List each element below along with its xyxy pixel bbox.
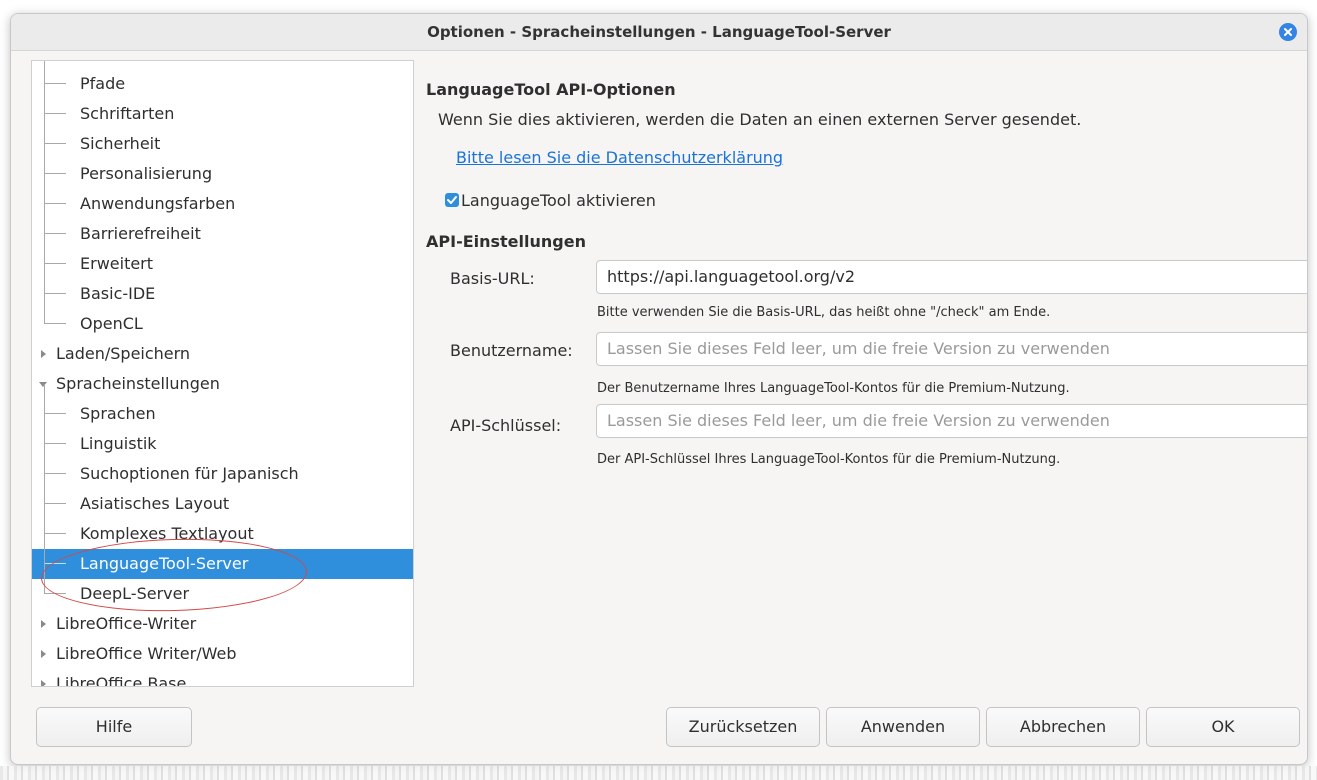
api-key-input[interactable]: Lassen Sie dieses Feld leer, um die frei… bbox=[596, 404, 1307, 438]
tree-item-label: Pfade bbox=[80, 74, 126, 93]
tree-item-label: Personalisierung bbox=[80, 164, 213, 183]
tree-item[interactable]: Sicherheit bbox=[32, 129, 413, 159]
enable-languagetool-checkbox[interactable] bbox=[445, 193, 459, 207]
tree-item[interactable]: Asiatisches Layout bbox=[32, 489, 413, 519]
api-key-label: API-Schlüssel: bbox=[450, 416, 562, 435]
tree-branch-line bbox=[44, 293, 66, 294]
window-title: Optionen - Spracheinstellungen - Languag… bbox=[427, 23, 891, 41]
api-options-heading: LanguageTool API-Optionen bbox=[426, 80, 676, 99]
tree-item-label: Anwendungsfarben bbox=[80, 194, 236, 213]
tree-category[interactable]: Laden/Speichern bbox=[32, 339, 413, 369]
base-url-input[interactable]: https://api.languagetool.org/v2 bbox=[596, 260, 1307, 294]
privacy-policy-link[interactable]: Bitte lesen Sie die Datenschutzerklärung bbox=[456, 148, 783, 167]
tree-item[interactable]: Personalisierung bbox=[32, 159, 413, 189]
tree-branch-line bbox=[44, 443, 66, 444]
api-key-hint: Der API-Schlüssel Ihres LanguageTool-Kon… bbox=[597, 452, 1061, 467]
tree-branch-line bbox=[44, 113, 66, 114]
tree-guide-line bbox=[44, 61, 45, 324]
tree-item-label: Erweitert bbox=[80, 254, 154, 273]
chevron-down-icon[interactable] bbox=[38, 379, 48, 389]
tree-branch-line bbox=[44, 173, 66, 174]
tree-guide-line bbox=[44, 384, 45, 594]
tree-item-label: LanguageTool-Server bbox=[80, 554, 249, 573]
tree-item-label: Linguistik bbox=[80, 434, 157, 453]
tree-branch-line bbox=[44, 503, 66, 504]
tree-item-label: Spracheinstellungen bbox=[56, 374, 220, 393]
tree-item-label: Suchoptionen für Japanisch bbox=[80, 464, 299, 483]
tree-item[interactable]: Basic-IDE bbox=[32, 279, 413, 309]
tree-item-label: OpenCL bbox=[80, 314, 143, 333]
tree-item[interactable]: Suchoptionen für Japanisch bbox=[32, 459, 413, 489]
tree-item-label: Sprachen bbox=[80, 404, 156, 423]
api-settings-heading: API-Einstellungen bbox=[426, 232, 586, 251]
cancel-button[interactable]: Abbrechen bbox=[986, 707, 1140, 747]
base-url-hint: Bitte verwenden Sie die Basis-URL, das h… bbox=[597, 305, 1051, 320]
chevron-right-icon[interactable] bbox=[38, 649, 48, 659]
tree-item[interactable]: DeepL-Server bbox=[32, 579, 413, 609]
enable-languagetool-label[interactable]: LanguageTool aktivieren bbox=[461, 191, 656, 210]
tree-item[interactable]: Sprachen bbox=[32, 399, 413, 429]
ok-button[interactable]: OK bbox=[1146, 707, 1300, 747]
languagetool-settings-panel: LanguageTool API-Optionen Wenn Sie dies … bbox=[426, 60, 1307, 685]
tree-item[interactable]: Anwendungsfarben bbox=[32, 189, 413, 219]
tree-item-label: Sicherheit bbox=[80, 134, 161, 153]
tree-category[interactable]: LibreOffice Writer/Web bbox=[32, 639, 413, 669]
tree-item-label: LibreOffice Writer/Web bbox=[56, 644, 237, 663]
close-icon bbox=[1284, 28, 1292, 36]
tree-branch-line bbox=[44, 233, 66, 234]
username-input[interactable]: Lassen Sie dieses Feld leer, um die frei… bbox=[596, 332, 1307, 366]
tree-item[interactable]: LanguageTool-Server bbox=[32, 549, 413, 579]
username-hint: Der Benutzername Ihres LanguageTool-Kont… bbox=[597, 381, 1070, 396]
tree-branch-line bbox=[44, 563, 66, 564]
tree-category[interactable]: LibreOffice Base bbox=[32, 669, 413, 687]
background-strip bbox=[0, 766, 1317, 780]
tree-branch-line bbox=[44, 143, 66, 144]
tree-item-label: Basic-IDE bbox=[80, 284, 156, 303]
tree-item-label: LibreOffice-Writer bbox=[56, 614, 197, 633]
username-label: Benutzername: bbox=[450, 341, 573, 360]
tree-item[interactable]: Pfade bbox=[32, 69, 413, 99]
title-bar: Optionen - Spracheinstellungen - Languag… bbox=[11, 14, 1307, 51]
options-dialog: Optionen - Spracheinstellungen - Languag… bbox=[10, 13, 1308, 765]
tree-item-label: Barrierefreiheit bbox=[80, 224, 201, 243]
tree-branch-line bbox=[44, 323, 66, 324]
base-url-label: Basis-URL: bbox=[450, 269, 535, 288]
tree-item[interactable]: Komplexes Textlayout bbox=[32, 519, 413, 549]
options-tree[interactable]: Pfade Schriftarten Sicherheit Personalisier… bbox=[31, 60, 414, 687]
tree-category[interactable]: Spracheinstellungen bbox=[32, 369, 413, 399]
external-server-notice: Wenn Sie dies aktivieren, werden die Dat… bbox=[438, 110, 1082, 129]
help-button[interactable]: Hilfe bbox=[36, 707, 192, 747]
tree-branch-line bbox=[44, 533, 66, 534]
tree-item-label: LibreOffice Base bbox=[56, 674, 187, 687]
tree-branch-line bbox=[44, 593, 66, 594]
tree-item[interactable]: OpenCL bbox=[32, 309, 413, 339]
chevron-right-icon[interactable] bbox=[38, 679, 48, 687]
tree-item[interactable]: Schriftarten bbox=[32, 99, 413, 129]
tree-item-label: DeepL-Server bbox=[80, 584, 190, 603]
checkmark-icon bbox=[447, 196, 457, 204]
tree-category[interactable]: LibreOffice-Writer bbox=[32, 609, 413, 639]
tree-branch-line bbox=[44, 83, 66, 84]
apply-button[interactable]: Anwenden bbox=[826, 707, 980, 747]
reset-button[interactable]: Zurücksetzen bbox=[666, 707, 820, 747]
tree-branch-line bbox=[44, 413, 66, 414]
tree-item-label: Schriftarten bbox=[80, 104, 175, 123]
tree-branch-line bbox=[44, 263, 66, 264]
tree-item[interactable]: Erweitert bbox=[32, 249, 413, 279]
tree-item[interactable]: Barrierefreiheit bbox=[32, 219, 413, 249]
close-button[interactable] bbox=[1279, 23, 1297, 41]
tree-item[interactable]: Linguistik bbox=[32, 429, 413, 459]
tree-item-label: Laden/Speichern bbox=[56, 344, 191, 363]
tree-item-label: Komplexes Textlayout bbox=[80, 524, 254, 543]
tree-item-label: Asiatisches Layout bbox=[80, 494, 230, 513]
chevron-right-icon[interactable] bbox=[38, 619, 48, 629]
chevron-right-icon[interactable] bbox=[38, 349, 48, 359]
tree-branch-line bbox=[44, 473, 66, 474]
tree-branch-line bbox=[44, 203, 66, 204]
